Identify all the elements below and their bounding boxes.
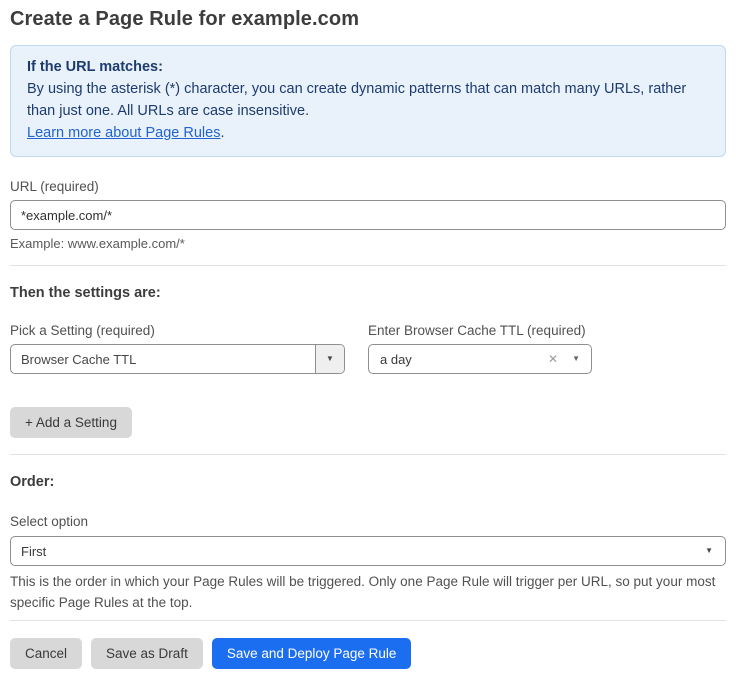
cancel-button[interactable]: Cancel [10, 638, 82, 669]
learn-more-link[interactable]: Learn more about Page Rules [27, 125, 220, 141]
url-match-info-box: If the URL matches: By using the asteris… [10, 45, 726, 157]
ttl-select-label: Enter Browser Cache TTL (required) [368, 323, 592, 338]
footer-buttons: Cancel Save as Draft Save and Deploy Pag… [10, 638, 726, 669]
create-page-rule-form: Create a Page Rule for example.com If th… [0, 0, 736, 676]
info-box-link-line: Learn more about Page Rules. [27, 122, 709, 144]
setting-select-field: Pick a Setting (required) Browser Cache … [10, 301, 345, 374]
info-box-heading: If the URL matches: [27, 56, 709, 78]
save-and-deploy-button[interactable]: Save and Deploy Page Rule [212, 638, 412, 669]
order-select-label: Select option [10, 514, 726, 529]
setting-select-arrow-cell[interactable]: ▼ [315, 345, 344, 373]
setting-select-value: Browser Cache TTL [11, 345, 315, 373]
clear-icon[interactable]: ✕ [548, 353, 558, 365]
url-field-label: URL (required) [10, 179, 726, 194]
chevron-down-icon[interactable]: ▼ [572, 355, 580, 363]
setting-select[interactable]: Browser Cache TTL ▼ [10, 344, 345, 374]
link-suffix: . [220, 125, 224, 141]
chevron-down-icon: ▼ [705, 547, 713, 555]
ttl-combobox-value: a day [380, 352, 548, 367]
add-setting-button[interactable]: + Add a Setting [10, 407, 132, 438]
chevron-down-icon: ▼ [326, 355, 334, 363]
ttl-select-field: Enter Browser Cache TTL (required) a day… [368, 301, 592, 374]
info-box-body: By using the asterisk (*) character, you… [27, 78, 709, 122]
divider [10, 620, 726, 621]
divider [10, 265, 726, 266]
order-helper-text: This is the order in which your Page Rul… [10, 571, 716, 613]
ttl-combobox[interactable]: a day ✕ ▼ [368, 344, 592, 374]
settings-section-heading: Then the settings are: [10, 285, 726, 301]
url-input[interactable] [10, 200, 726, 230]
order-select[interactable]: First ▼ [10, 536, 726, 566]
divider [10, 454, 726, 455]
settings-fields-row: Pick a Setting (required) Browser Cache … [10, 301, 726, 374]
save-as-draft-button[interactable]: Save as Draft [91, 638, 203, 669]
setting-select-label: Pick a Setting (required) [10, 323, 345, 338]
order-section-heading: Order: [10, 474, 726, 490]
page-title: Create a Page Rule for example.com [10, 8, 726, 31]
url-helper-text: Example: www.example.com/* [10, 236, 726, 251]
order-select-value: First [21, 544, 705, 559]
